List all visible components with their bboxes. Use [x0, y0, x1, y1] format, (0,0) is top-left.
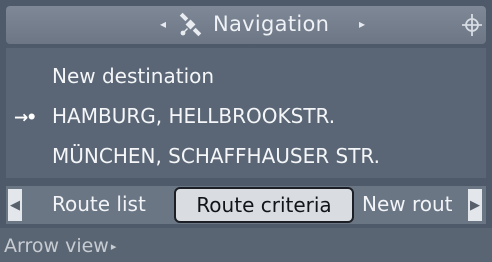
tab-route-criteria[interactable]: Route criteria [174, 187, 354, 223]
arrow-view-text: Arrow view [4, 235, 109, 257]
satellite-navigation-icon [179, 12, 202, 37]
tab-new-route[interactable]: New rout [362, 188, 466, 220]
route-tab-strip: ◀ Route list Route criteria New rout ▶ [6, 186, 486, 224]
title-bar: ◂ Navigation ▸ [6, 6, 486, 44]
destination-list: New destination →• HAMBURG, HELLBROOKSTR… [6, 48, 486, 178]
destination-label: HAMBURG, HELLBROOKSTR. [52, 104, 336, 128]
controller-icon [462, 14, 482, 36]
list-item-hamburg[interactable]: →• HAMBURG, HELLBROOKSTR. [6, 96, 486, 134]
list-item-new-destination[interactable]: New destination [6, 56, 486, 94]
next-menu-arrow-icon[interactable]: ▸ [359, 17, 365, 31]
scroll-left-arrow-icon[interactable]: ◀ [8, 189, 22, 221]
tab-route-list[interactable]: Route list [52, 188, 146, 220]
chevron-right-icon: ▸ [110, 240, 117, 253]
active-destination-arrow-icon: →• [14, 108, 37, 128]
destination-label: New destination [52, 64, 215, 88]
page-title: Navigation [213, 12, 330, 36]
arrow-view-bar[interactable]: Arrow view ▸ [0, 228, 492, 262]
destination-label: MÜNCHEN, SCHAFFHAUSER STR. [52, 144, 380, 168]
navigation-screen: ◂ Navigation ▸ New destination →• HAMBUR… [0, 0, 492, 262]
list-item-muenchen[interactable]: MÜNCHEN, SCHAFFHAUSER STR. [6, 136, 486, 174]
previous-menu-arrow-icon[interactable]: ◂ [160, 17, 166, 31]
scroll-right-arrow-icon[interactable]: ▶ [468, 189, 482, 221]
arrow-view-label: Arrow view ▸ [4, 235, 116, 257]
